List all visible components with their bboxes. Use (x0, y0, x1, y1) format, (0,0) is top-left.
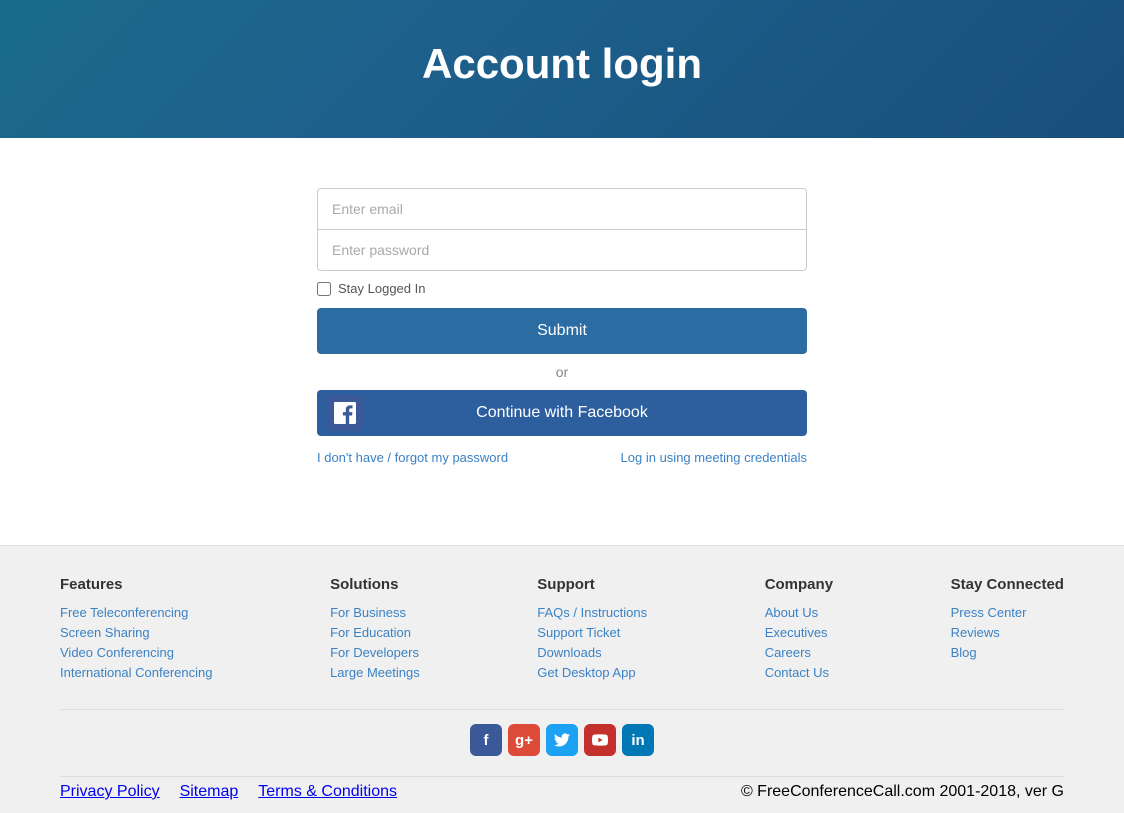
footer-solutions: Solutions For Business For Education For… (330, 576, 420, 685)
footer-link[interactable]: Large Meetings (330, 665, 420, 680)
footer-link[interactable]: Free Teleconferencing (60, 605, 213, 620)
footer-support: Support FAQs / Instructions Support Tick… (537, 576, 647, 685)
footer-support-heading: Support (537, 576, 647, 593)
page-title: Account login (0, 40, 1124, 88)
footer-link[interactable]: International Conferencing (60, 665, 213, 680)
youtube-social-icon[interactable] (584, 724, 616, 756)
footer-bottom-row: Privacy Policy Sitemap Terms & Condition… (60, 776, 1064, 813)
login-form: Stay Logged In Submit or Continue with F… (317, 188, 807, 465)
footer: Features Free Teleconferencing Screen Sh… (0, 545, 1124, 813)
footer-company: Company About Us Executives Careers Cont… (765, 576, 833, 685)
links-row: I don't have / forgot my password Log in… (317, 450, 807, 465)
footer-bottom-links: Privacy Policy Sitemap Terms & Condition… (60, 783, 397, 801)
main-content: Stay Logged In Submit or Continue with F… (0, 138, 1124, 545)
footer-link[interactable]: Blog (951, 645, 1064, 660)
password-input[interactable] (317, 229, 807, 271)
footer-link[interactable]: Contact Us (765, 665, 833, 680)
footer-link[interactable]: Screen Sharing (60, 625, 213, 640)
footer-stay-connected: Stay Connected Press Center Reviews Blog (951, 576, 1064, 685)
sitemap-link[interactable]: Sitemap (180, 783, 239, 801)
facebook-social-icon[interactable]: f (470, 724, 502, 756)
facebook-icon (327, 395, 363, 431)
facebook-button[interactable]: Continue with Facebook (317, 390, 807, 436)
footer-link[interactable]: Get Desktop App (537, 665, 647, 680)
forgot-password-link[interactable]: I don't have / forgot my password (317, 450, 508, 465)
google-social-icon[interactable]: g+ (508, 724, 540, 756)
footer-link[interactable]: FAQs / Instructions (537, 605, 647, 620)
stay-logged-row: Stay Logged In (317, 281, 807, 296)
facebook-button-label: Continue with Facebook (331, 404, 793, 422)
or-divider: or (317, 364, 807, 380)
page-header: Account login (0, 0, 1124, 138)
linkedin-social-icon[interactable]: in (622, 724, 654, 756)
footer-social: f g+ in (60, 709, 1064, 776)
twitter-social-icon[interactable] (546, 724, 578, 756)
footer-link[interactable]: Press Center (951, 605, 1064, 620)
footer-link[interactable]: Careers (765, 645, 833, 660)
social-icons-row: f g+ in (60, 724, 1064, 756)
stay-logged-checkbox[interactable] (317, 282, 331, 296)
footer-stay-connected-heading: Stay Connected (951, 576, 1064, 593)
submit-button[interactable]: Submit (317, 308, 807, 354)
footer-link[interactable]: For Education (330, 625, 420, 640)
email-input[interactable] (317, 188, 807, 229)
stay-logged-label: Stay Logged In (338, 281, 425, 296)
copyright-text: © FreeConferenceCall.com 2001-2018, ver … (741, 783, 1064, 801)
footer-features: Features Free Teleconferencing Screen Sh… (60, 576, 213, 685)
footer-link[interactable]: Video Conferencing (60, 645, 213, 660)
meeting-credentials-link[interactable]: Log in using meeting credentials (621, 450, 807, 465)
footer-columns: Features Free Teleconferencing Screen Sh… (60, 576, 1064, 709)
terms-link[interactable]: Terms & Conditions (258, 783, 397, 801)
footer-link[interactable]: Downloads (537, 645, 647, 660)
footer-features-heading: Features (60, 576, 213, 593)
footer-link[interactable]: For Business (330, 605, 420, 620)
footer-company-heading: Company (765, 576, 833, 593)
footer-link[interactable]: About Us (765, 605, 833, 620)
footer-solutions-heading: Solutions (330, 576, 420, 593)
footer-link[interactable]: Support Ticket (537, 625, 647, 640)
footer-link[interactable]: Executives (765, 625, 833, 640)
footer-link[interactable]: Reviews (951, 625, 1064, 640)
privacy-policy-link[interactable]: Privacy Policy (60, 783, 160, 801)
footer-link[interactable]: For Developers (330, 645, 420, 660)
